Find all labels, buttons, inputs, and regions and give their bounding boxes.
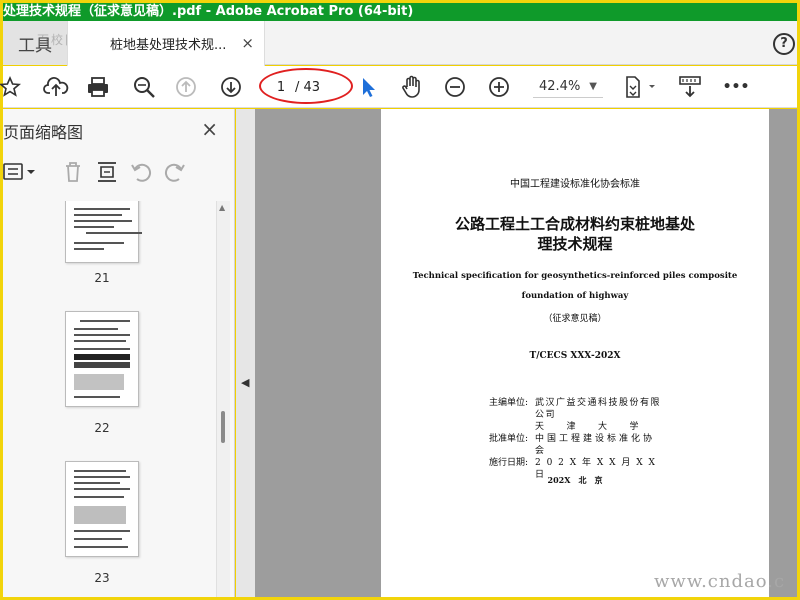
thumbnail-label: 21 <box>94 271 110 285</box>
page-en-title-line1: Technical specification for geosynthetic… <box>412 271 738 281</box>
fit-page-icon[interactable] <box>623 74 663 100</box>
page-down-icon[interactable] <box>218 74 244 100</box>
chevron-down-icon: ▼ <box>589 81 597 92</box>
highlight-ellipse <box>259 68 353 104</box>
tab-bar: 工具 百校网 桩地基处理技术规... × ? <box>3 21 797 66</box>
thumbnail-scrollbar[interactable]: ▲ <box>216 201 230 597</box>
insert-page-icon[interactable] <box>95 159 119 189</box>
unit-key: 批准单位: <box>489 434 529 444</box>
scroll-up-icon[interactable]: ▲ <box>219 203 225 212</box>
collapse-panel-icon[interactable]: ◀ <box>241 376 249 389</box>
help-icon[interactable]: ? <box>773 33 795 55</box>
star-icon[interactable] <box>0 74 23 100</box>
toolbar: 1 / 43 42.4% ▼ ••• <box>0 66 797 108</box>
select-cursor-icon[interactable] <box>355 74 381 100</box>
tab-document-label: 桩地基处理技术规... <box>110 38 227 53</box>
thumbnail-label: 22 <box>94 421 110 435</box>
page-units: 主编单位: 武汉广益交通科技股份有限公司 天 津 大 学 批准单位: 中国工程建设标… <box>489 397 663 481</box>
zoom-search-icon[interactable] <box>131 74 157 100</box>
unit-value: 武汉广益交通科技股份有限公司 <box>535 398 662 420</box>
page-header: 中国工程建设标准化协会标准 <box>510 179 640 190</box>
options-menu-icon[interactable] <box>3 161 39 187</box>
thumbnail-page-23[interactable] <box>65 461 139 557</box>
zoom-value: 42.4% <box>539 79 581 94</box>
thumbnail-page-22[interactable] <box>65 311 139 407</box>
thumbnail-page-21[interactable] <box>65 201 142 263</box>
unit-key <box>489 421 535 433</box>
page-footer: 202X 北 京 <box>547 475 603 485</box>
thumbnail-label: 23 <box>94 571 110 585</box>
zoom-select[interactable]: 42.4% ▼ <box>533 76 603 98</box>
thumbnail-panel-title: 页面缩略图 <box>3 123 84 142</box>
scroll-mode-icon[interactable] <box>677 74 703 100</box>
thumbnail-panel: 页面缩略图 × 21 22 23 ▲ <box>3 109 235 597</box>
cloud-upload-icon[interactable] <box>43 74 69 100</box>
page-draft-note: （征求意见稿） <box>543 314 607 324</box>
trash-icon[interactable] <box>61 159 85 189</box>
zoom-out-icon[interactable] <box>442 74 468 100</box>
unit-key: 主编单位: <box>489 398 529 408</box>
rotate-left-icon[interactable] <box>129 159 153 189</box>
print-icon[interactable] <box>85 74 111 100</box>
rotate-right-icon[interactable] <box>163 159 187 189</box>
tab-document[interactable]: 桩地基处理技术规... × <box>67 21 265 66</box>
watermark-bottom: www.cndao.c <box>654 571 786 592</box>
more-icon[interactable]: ••• <box>723 74 750 100</box>
thumbnail-list: 21 22 23 <box>3 201 235 597</box>
zoom-in-icon[interactable] <box>486 74 512 100</box>
page-title-line1: 公路工程土工合成材料约束桩地基处 <box>454 215 695 233</box>
pdf-page: 中国工程建设标准化协会标准 公路工程土工合成材料约束桩地基处 理技术规程 Tec… <box>381 109 769 597</box>
close-icon[interactable]: × <box>241 34 254 52</box>
unit-value: 中国工程建设标准化协会 <box>535 434 656 456</box>
page-up-icon[interactable] <box>173 74 199 100</box>
scrollbar-thumb[interactable] <box>221 411 225 443</box>
window-title: 处理技术规程（征求意见稿）.pdf - Adobe Acrobat Pro (6… <box>3 3 797 21</box>
hand-icon[interactable] <box>399 74 425 100</box>
close-panel-icon[interactable]: × <box>201 117 218 141</box>
page-en-title-line2: foundation of highway <box>521 291 629 301</box>
thumbnail-tools <box>3 155 235 191</box>
page-standard-code: T/CECS XXX-202X <box>529 351 621 361</box>
page-title-line2: 理技术规程 <box>537 235 613 253</box>
unit-value: 天 津 大 学 <box>535 422 641 432</box>
